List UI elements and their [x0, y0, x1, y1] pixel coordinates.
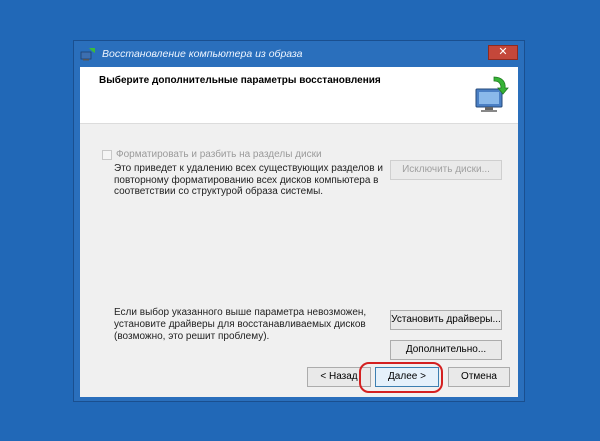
format-disks-description: Это приведет к удалению всех существующи…	[114, 163, 383, 197]
close-button[interactable]: ✕	[488, 45, 518, 60]
format-disks-option: Форматировать и разбить на разделы диски	[102, 149, 322, 160]
title-bar[interactable]: Восстановление компьютера из образа ✕	[74, 41, 524, 67]
cancel-button[interactable]: Отмена	[448, 367, 510, 387]
format-disks-checkbox[interactable]	[102, 149, 112, 160]
window-title: Восстановление компьютера из образа	[102, 48, 303, 60]
restore-dialog-window: Восстановление компьютера из образа ✕ Вы…	[73, 40, 525, 402]
restore-computer-icon	[475, 76, 509, 112]
restore-app-icon	[80, 48, 95, 61]
install-drivers-button[interactable]: Установить драйверы...	[390, 310, 502, 330]
page-title: Выберите дополнительные параметры восста…	[99, 75, 381, 86]
format-disks-label: Форматировать и разбить на разделы диски	[116, 149, 322, 160]
advanced-button[interactable]: Дополнительно...	[390, 340, 502, 360]
driver-note: Если выбор указанного выше параметра нев…	[114, 307, 367, 342]
exclude-disks-button[interactable]: Исключить диски...	[390, 160, 502, 180]
next-button-highlight	[359, 362, 443, 393]
dialog-client-area: Выберите дополнительные параметры восста…	[80, 67, 518, 397]
wizard-header: Выберите дополнительные параметры восста…	[80, 67, 518, 124]
